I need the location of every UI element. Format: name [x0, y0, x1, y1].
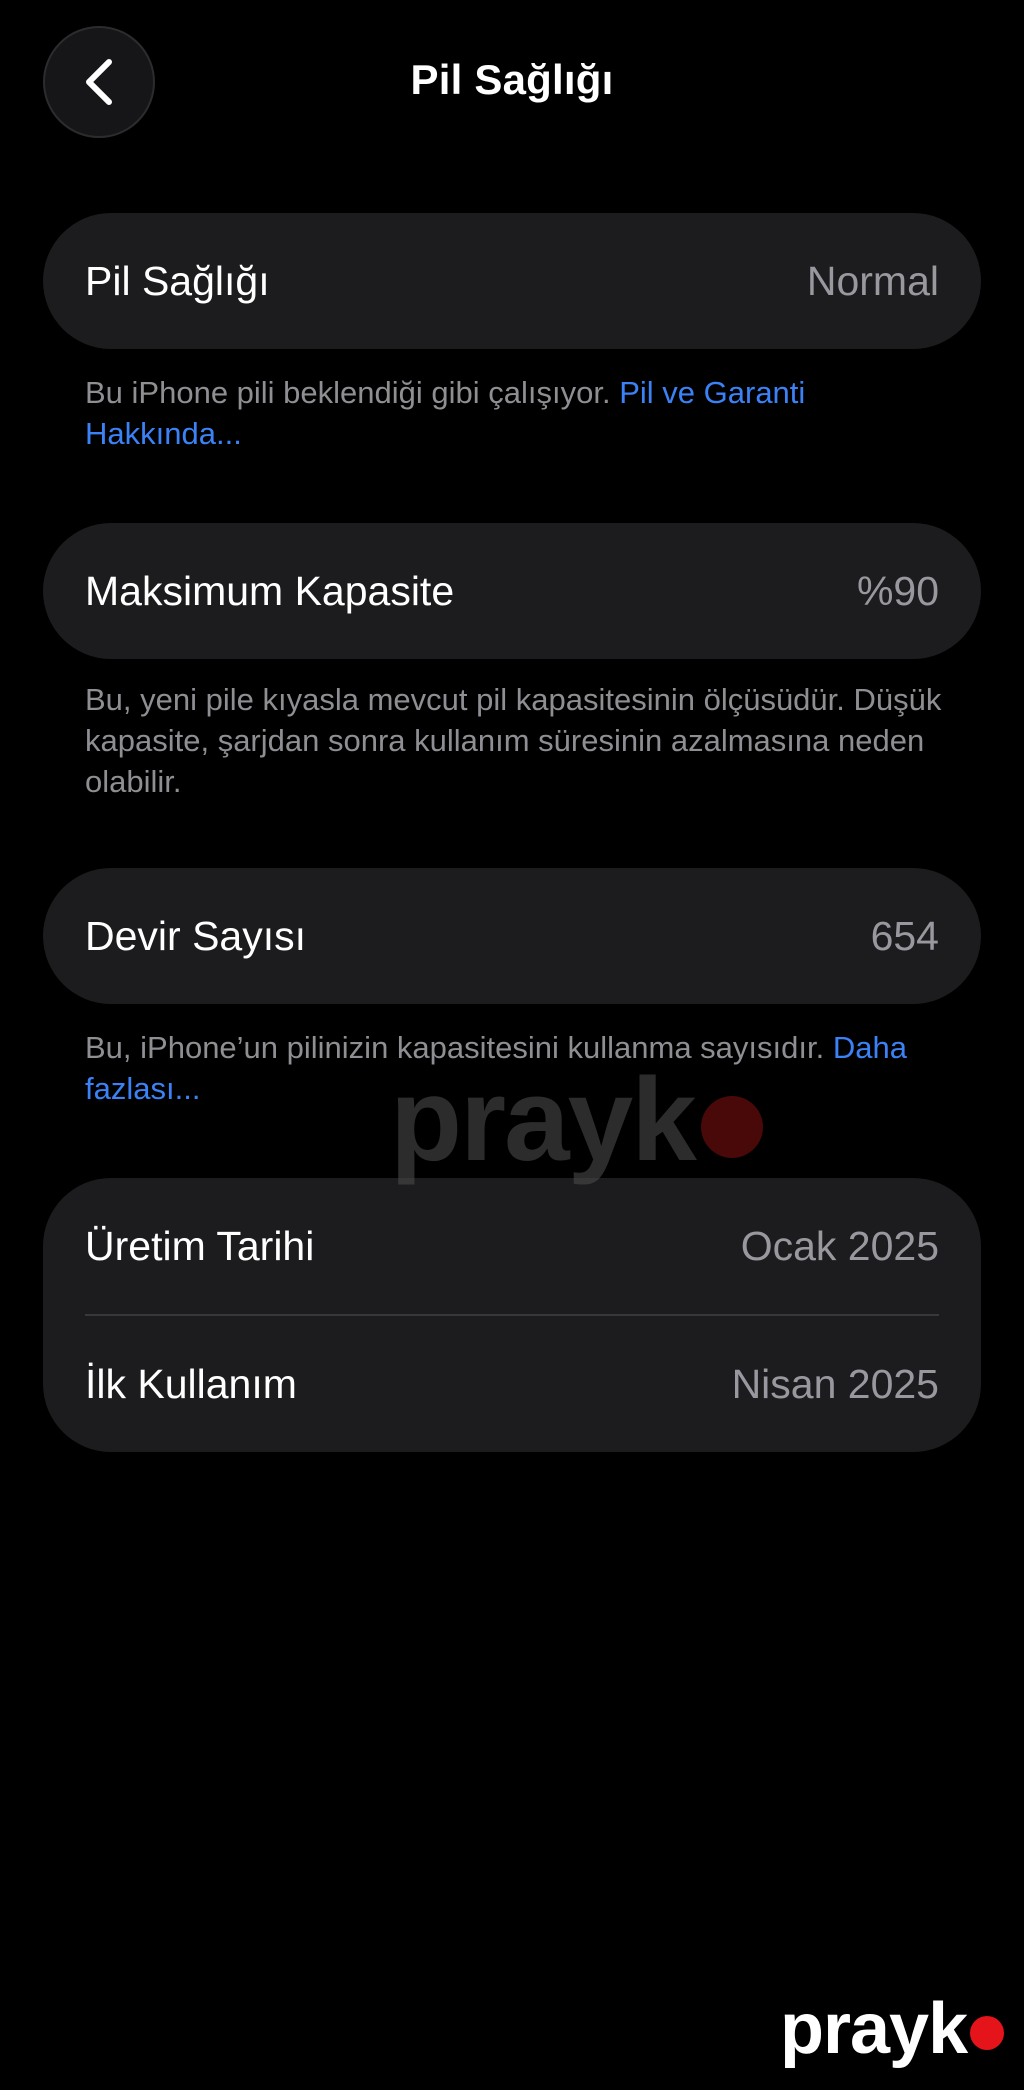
cycle-count-value: 654	[870, 912, 939, 959]
manufacture-date-label: Üretim Tarihi	[85, 1222, 315, 1269]
watermark-logo-corner: prayk	[780, 1988, 1005, 2070]
watermark-text: prayk	[780, 1989, 968, 2069]
battery-health-row: Pil Sağlığı Normal	[43, 213, 981, 349]
watermark-dot	[700, 1096, 763, 1158]
max-capacity-value: %90	[856, 567, 939, 614]
manufacture-date-value: Ocak 2025	[740, 1222, 939, 1269]
first-use-label: İlk Kullanım	[85, 1360, 297, 1407]
battery-health-note: Bu iPhone pili beklendiği gibi çalışıyor…	[85, 372, 945, 454]
page-title: Pil Sağlığı	[410, 56, 614, 103]
max-capacity-note: Bu, yeni pile kıyasla mevcut pil kapasit…	[85, 682, 942, 799]
battery-health-screen: Pil Sağlığı Pil Sağlığı Normal Bu iPhone…	[0, 0, 1024, 2090]
battery-health-label: Pil Sağlığı	[85, 257, 270, 304]
first-use-value: Nisan 2025	[731, 1360, 939, 1407]
watermark-text: prayk	[390, 1054, 697, 1186]
watermark-dot	[970, 2016, 1005, 2050]
max-capacity-card: Maksimum Kapasite %90	[43, 523, 981, 659]
cycle-count-row: Devir Sayısı 654	[43, 868, 981, 1004]
battery-health-card: Pil Sağlığı Normal	[43, 213, 981, 349]
dates-card: Üretim Tarihi Ocak 2025 İlk Kullanım Nis…	[43, 1178, 981, 1452]
watermark-logo-center: prayk	[390, 1052, 763, 1188]
max-capacity-row: Maksimum Kapasite %90	[43, 523, 981, 659]
cycle-count-card: Devir Sayısı 654	[43, 868, 981, 1004]
first-use-row: İlk Kullanım Nisan 2025	[43, 1316, 981, 1452]
battery-health-value: Normal	[806, 257, 939, 304]
cycle-count-label: Devir Sayısı	[85, 912, 306, 959]
manufacture-date-row: Üretim Tarihi Ocak 2025	[43, 1178, 981, 1314]
max-capacity-label: Maksimum Kapasite	[85, 567, 455, 614]
battery-health-note-text: Bu iPhone pili beklendiği gibi çalışıyor…	[85, 375, 620, 410]
